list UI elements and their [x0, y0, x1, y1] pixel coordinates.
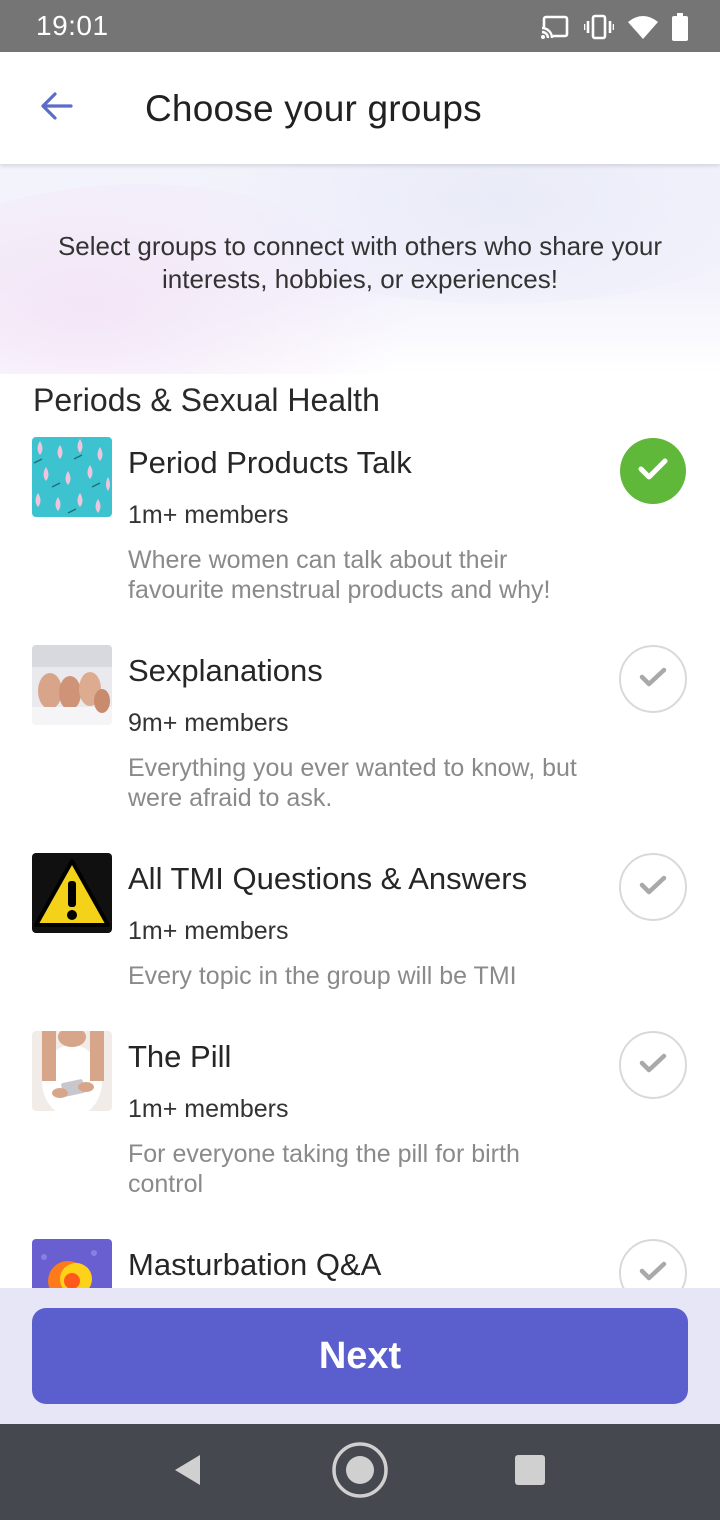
nav-recents-icon	[514, 1454, 546, 1491]
check-icon	[639, 1260, 667, 1287]
page-title: Choose your groups	[145, 88, 482, 129]
group-thumbnail	[32, 437, 112, 517]
screen: 19:01 Choose your groups Select groups t…	[0, 0, 720, 1520]
nav-back-icon	[172, 1453, 204, 1492]
section-title: Periods & Sexual Health	[33, 382, 380, 418]
group-item-all-tmi-questions[interactable]: All TMI Questions & Answers 1m+ members …	[0, 853, 720, 1013]
group-thumbnail	[32, 1031, 112, 1111]
group-name: The Pill	[128, 1039, 232, 1074]
group-member-count: 1m+ members	[128, 917, 289, 945]
cast-icon	[540, 14, 570, 40]
group-member-count: 9m+ members	[128, 709, 289, 737]
group-item-period-products-talk[interactable]: Period Products Talk 1m+ members Where w…	[0, 437, 720, 627]
group-item-the-pill[interactable]: The Pill 1m+ members For everyone taking…	[0, 1031, 720, 1221]
back-button[interactable]	[26, 78, 86, 138]
action-area: Next	[0, 1288, 720, 1424]
check-icon	[639, 1052, 667, 1079]
group-item-sexplanations[interactable]: Sexplanations 9m+ members Everything you…	[0, 645, 720, 835]
group-description: Every topic in the group will be TMI	[128, 962, 517, 990]
group-select-toggle-selected[interactable]	[620, 438, 686, 504]
next-button[interactable]: Next	[32, 1308, 688, 1404]
group-description: For everyone taking the pill for birth c…	[128, 1140, 520, 1198]
nav-home-icon	[331, 1441, 389, 1504]
group-member-count: 1m+ members	[128, 1095, 289, 1123]
nav-recents-button[interactable]	[500, 1442, 560, 1502]
group-select-toggle[interactable]	[619, 645, 687, 713]
group-select-toggle[interactable]	[619, 853, 687, 921]
intro-text: Select groups to connect with others who…	[57, 231, 663, 294]
group-name: Period Products Talk	[128, 445, 412, 480]
group-name: Sexplanations	[128, 653, 323, 688]
check-icon	[639, 666, 667, 693]
intro-banner: Select groups to connect with others who…	[0, 164, 720, 374]
group-list-scroll[interactable]: Select groups to connect with others who…	[0, 164, 720, 1288]
check-icon	[638, 457, 668, 486]
check-icon	[639, 874, 667, 901]
group-description: Where women can talk about their favouri…	[128, 546, 551, 604]
status-bar: 19:01	[0, 0, 720, 52]
group-item-masturbation-qa[interactable]: Masturbation Q&A	[0, 1239, 720, 1288]
nav-home-button[interactable]	[326, 1438, 394, 1506]
group-select-toggle[interactable]	[619, 1031, 687, 1099]
group-thumbnail	[32, 645, 112, 725]
group-description: Everything you ever wanted to know, but …	[128, 754, 577, 812]
app-bar: Choose your groups	[0, 52, 720, 164]
group-thumbnail	[32, 853, 112, 933]
status-icons	[540, 12, 688, 42]
wifi-icon	[628, 15, 658, 39]
group-thumbnail	[32, 1239, 112, 1288]
navigation-bar	[0, 1424, 720, 1520]
group-name: Masturbation Q&A	[128, 1247, 382, 1282]
group-select-toggle[interactable]	[619, 1239, 687, 1288]
group-name: All TMI Questions & Answers	[128, 861, 528, 896]
group-member-count: 1m+ members	[128, 501, 289, 529]
vibrate-icon	[584, 14, 614, 40]
nav-back-button[interactable]	[158, 1442, 218, 1502]
arrow-left-icon	[39, 91, 73, 126]
battery-icon	[672, 13, 688, 41]
status-time: 19:01	[36, 10, 109, 41]
